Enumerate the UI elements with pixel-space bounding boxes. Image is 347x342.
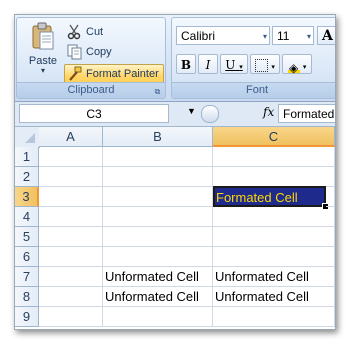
cell-c8[interactable]: Unformated Cell	[213, 287, 335, 307]
cell-a1[interactable]	[39, 147, 103, 167]
chevron-down-icon: ▾	[262, 32, 267, 41]
row-header-7[interactable]: 7	[15, 267, 39, 287]
row-header-6[interactable]: 6	[15, 247, 39, 267]
dialog-launcher-icon[interactable]: ⧉	[153, 87, 162, 96]
borders-icon	[255, 59, 269, 73]
cell-b2[interactable]	[103, 167, 213, 187]
row-header-1[interactable]: 1	[15, 147, 39, 167]
italic-button[interactable]: I	[198, 54, 218, 74]
formula-input[interactable]: Formated Cell	[278, 104, 335, 123]
excel-window: Paste ▾ Cut Copy Format Painter Clipboar…	[14, 14, 336, 330]
paintbrush-icon	[67, 66, 83, 82]
cell-c6[interactable]	[213, 247, 335, 267]
format-buttons: BIU ▾ ▾ ◈ ▾	[176, 54, 314, 75]
chevron-down-icon: ▾	[306, 32, 311, 41]
cell-b1[interactable]	[103, 147, 213, 167]
cell-c3[interactable]: Formated Cell	[213, 186, 326, 207]
paste-button[interactable]: Paste ▾	[21, 20, 65, 80]
grow-font-button[interactable]: A	[317, 26, 335, 45]
cell-c4[interactable]	[213, 207, 335, 227]
formula-bar: C3 ▼ fx Formated Cell	[15, 102, 335, 127]
column-header-c[interactable]: C	[213, 127, 335, 147]
fill-color-button[interactable]: ◈ ▾	[282, 54, 312, 75]
cell-b6[interactable]	[103, 247, 213, 267]
cell-b5[interactable]	[103, 227, 213, 247]
font-group: Calibri ▾ 11 ▾ A BIU ▾ ▾ ◈ ▾ Font	[171, 17, 335, 99]
copy-button[interactable]: Copy	[65, 42, 116, 62]
cell-b8[interactable]: Unformated Cell	[103, 287, 213, 307]
cell-b9[interactable]	[103, 307, 213, 327]
cut-button[interactable]: Cut	[65, 22, 107, 42]
insert-function-icon[interactable]: fx	[263, 105, 274, 119]
bold-button[interactable]: B	[176, 54, 196, 74]
cell-a7[interactable]	[39, 267, 103, 287]
cell-c2[interactable]	[213, 167, 335, 187]
cell-a2[interactable]	[39, 167, 103, 187]
row-header-5[interactable]: 5	[15, 227, 39, 247]
name-box[interactable]: C3	[19, 104, 169, 123]
chevron-down-icon[interactable]: ▼	[187, 106, 196, 116]
paint-bucket-icon: ◈	[287, 58, 300, 75]
cell-c3-rest	[326, 187, 335, 207]
font-group-label: Font	[172, 82, 335, 98]
chevron-down-icon: ▾	[40, 66, 45, 75]
ribbon: Paste ▾ Cut Copy Format Painter Clipboar…	[15, 15, 335, 102]
column-header-a[interactable]: A	[39, 127, 103, 147]
scissors-icon	[67, 24, 83, 40]
cell-a8[interactable]	[39, 287, 103, 307]
font-name-select[interactable]: Calibri ▾	[176, 26, 270, 45]
cell-c7[interactable]: Unformated Cell	[213, 267, 335, 287]
cell-a5[interactable]	[39, 227, 103, 247]
format-painter-label: Format Painter	[86, 68, 159, 80]
font-size-select[interactable]: 11 ▾	[272, 26, 314, 45]
clipboard-icon	[32, 22, 54, 52]
clipboard-group: Paste ▾ Cut Copy Format Painter Clipboar…	[16, 17, 166, 99]
cell-a4[interactable]	[39, 207, 103, 227]
row-header-9[interactable]: 9	[15, 307, 39, 327]
copy-icon	[67, 44, 83, 60]
underline-button[interactable]: U ▾	[220, 54, 248, 74]
cell-c9[interactable]	[213, 307, 335, 327]
clipboard-group-label: Clipboard ⧉	[17, 82, 165, 98]
row-header-2[interactable]: 2	[15, 167, 39, 187]
cell-b4[interactable]	[103, 207, 213, 227]
select-all-corner[interactable]	[15, 127, 40, 148]
cell-b3[interactable]	[103, 187, 213, 207]
cell-a3[interactable]	[39, 187, 103, 207]
copy-label: Copy	[86, 46, 112, 58]
row-header-3[interactable]: 3	[15, 187, 39, 207]
column-header-b[interactable]: B	[103, 127, 213, 147]
borders-button[interactable]: ▾	[250, 54, 280, 74]
cell-b7[interactable]: Unformated Cell	[103, 267, 213, 287]
row-header-4[interactable]: 4	[15, 207, 39, 227]
row-header-8[interactable]: 8	[15, 287, 39, 307]
formula-bar-splitter[interactable]	[201, 105, 219, 123]
cell-a9[interactable]	[39, 307, 103, 327]
cut-label: Cut	[86, 26, 104, 38]
cell-c5[interactable]	[213, 227, 335, 247]
cell-c1[interactable]	[213, 147, 335, 167]
cell-a6[interactable]	[39, 247, 103, 267]
